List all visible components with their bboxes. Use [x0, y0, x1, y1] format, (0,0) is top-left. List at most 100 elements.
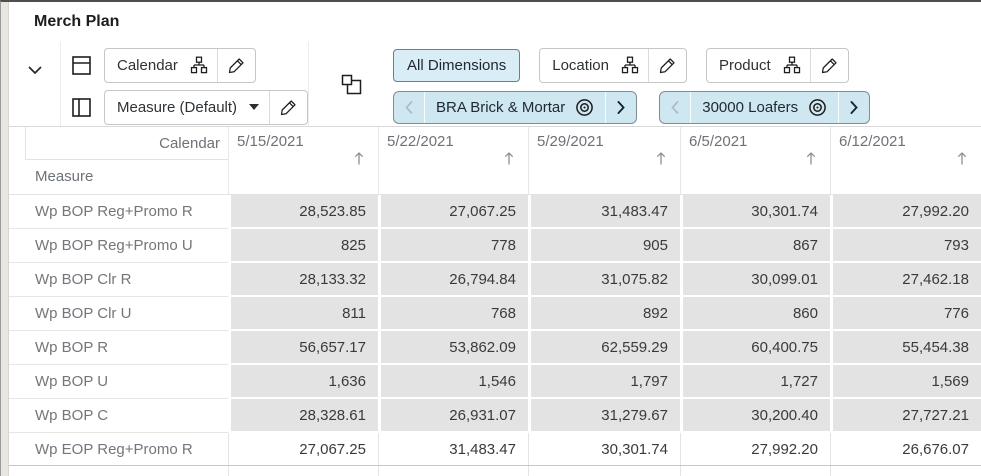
measure-row-label[interactable]: Wp BOP Clr R	[9, 263, 228, 297]
measure-row-label[interactable]: Wp BOP C	[9, 399, 228, 433]
cols-axis-button[interactable]: Measure (Default)	[104, 89, 309, 125]
all-dimensions-label: All Dimensions	[407, 56, 507, 74]
readonly-data-cell[interactable]: 55,454.38	[830, 331, 981, 365]
editable-data-cell	[378, 466, 528, 476]
title-bar: Merch Plan	[9, 2, 981, 42]
table-row: Wp BOP Reg+Promo U 825 778 905 867 793	[9, 229, 981, 263]
readonly-data-cell[interactable]: 793	[830, 229, 981, 263]
readonly-data-cell[interactable]: 892	[528, 297, 680, 331]
measure-row-label	[9, 466, 228, 476]
sort-ascending-icon[interactable]	[503, 150, 515, 166]
table-row: Wp BOP Clr R 28,133.32 26,794.84 31,075.82 3…	[9, 263, 981, 297]
readonly-data-cell[interactable]: 26,931.07	[378, 399, 528, 433]
readonly-data-cell[interactable]: 30,301.74	[680, 195, 830, 229]
measure-row-label[interactable]: Wp BOP R	[9, 331, 228, 365]
editable-data-cell[interactable]: 30,301.74	[528, 433, 680, 465]
column-header[interactable]: 5/29/2021	[528, 127, 680, 194]
readonly-data-cell[interactable]: 778	[378, 229, 528, 263]
readonly-data-cell[interactable]: 30,099.01	[680, 263, 830, 297]
readonly-data-cell[interactable]: 768	[378, 297, 528, 331]
measure-row-label[interactable]: Wp BOP Reg+Promo U	[9, 229, 228, 263]
column-header-label: 5/15/2021	[237, 133, 304, 150]
readonly-data-cell[interactable]: 27,992.20	[830, 195, 981, 229]
readonly-data-cell[interactable]: 27,462.18	[830, 263, 981, 297]
sort-ascending-icon[interactable]	[956, 150, 968, 166]
readonly-data-cell[interactable]: 27,727.21	[830, 399, 981, 433]
hierarchy-icon[interactable]	[621, 56, 648, 74]
readonly-data-cell[interactable]: 28,133.32	[228, 263, 378, 297]
chevron-left-icon	[671, 100, 679, 114]
editable-data-cell[interactable]: 26,676.07	[830, 433, 981, 465]
readonly-data-cell[interactable]: 31,075.82	[528, 263, 680, 297]
sort-ascending-icon[interactable]	[353, 150, 365, 166]
readonly-data-cell[interactable]: 28,523.85	[228, 195, 378, 229]
readonly-data-cell[interactable]: 867	[680, 229, 830, 263]
column-header[interactable]: 6/12/2021	[830, 127, 981, 194]
column-dimension-label: Calendar	[25, 127, 228, 160]
hierarchy-icon[interactable]	[190, 56, 217, 74]
readonly-data-cell[interactable]: 60,400.75	[680, 331, 830, 365]
readonly-data-cell[interactable]: 53,862.09	[378, 331, 528, 365]
readonly-data-cell[interactable]: 1,569	[830, 365, 981, 399]
hierarchy-icon[interactable]	[783, 56, 810, 74]
editable-data-cell[interactable]: 27,067.25	[228, 433, 378, 465]
left-gutter	[1, 2, 9, 476]
readonly-data-cell[interactable]: 28,328.61	[228, 399, 378, 433]
column-header[interactable]: 5/15/2021	[228, 127, 378, 194]
readonly-data-cell[interactable]: 1,727	[680, 365, 830, 399]
chevron-down-icon	[28, 66, 42, 75]
edit-location-button[interactable]	[649, 49, 686, 82]
readonly-data-cell[interactable]: 56,657.17	[228, 331, 378, 365]
sort-ascending-icon[interactable]	[655, 150, 667, 166]
caret-down-icon[interactable]	[249, 104, 260, 110]
chevron-right-icon	[850, 100, 858, 114]
readonly-data-cell[interactable]: 31,483.47	[528, 195, 680, 229]
readonly-data-cell[interactable]: 1,546	[378, 365, 528, 399]
next-location-button[interactable]	[606, 92, 636, 123]
main-panel: Merch Plan Calendar Measure (Default) Al…	[9, 2, 981, 476]
previous-location-button[interactable]	[394, 92, 424, 123]
edit-rows-axis-button[interactable]	[218, 49, 255, 82]
readonly-data-cell[interactable]: 776	[830, 297, 981, 331]
readonly-data-cell[interactable]: 26,794.84	[378, 263, 528, 297]
rows-axis-button[interactable]: Calendar	[104, 47, 256, 83]
column-header[interactable]: 5/22/2021	[378, 127, 528, 194]
edit-product-button[interactable]	[811, 49, 848, 82]
measure-row-label[interactable]: Wp BOP U	[9, 365, 228, 399]
product-slice-value: 30000 Loafers	[702, 98, 799, 116]
product-slice-value-button[interactable]: 30000 Loafers	[691, 92, 838, 123]
previous-product-button[interactable]	[660, 92, 690, 123]
readonly-data-cell[interactable]: 860	[680, 297, 830, 331]
page-slice-icon[interactable]	[341, 74, 362, 95]
sort-ascending-icon[interactable]	[805, 150, 817, 166]
readonly-data-cell[interactable]: 1,636	[228, 365, 378, 399]
table-row: Wp BOP C 28,328.61 26,931.07 31,279.67 30,20…	[9, 399, 981, 433]
readonly-data-cell[interactable]: 905	[528, 229, 680, 263]
next-product-button[interactable]	[839, 92, 869, 123]
location-slice-value-button[interactable]: BRA Brick & Mortar	[425, 92, 605, 123]
pivot-grid: Calendar Measure 5/15/2021 5/22/2021 5/29/…	[9, 126, 981, 476]
all-dimensions-button[interactable]: All Dimensions	[393, 48, 521, 82]
product-dimension-button[interactable]: Product	[705, 47, 849, 83]
cols-axis-label: Measure (Default)	[117, 98, 238, 116]
readonly-data-cell[interactable]: 31,279.67	[528, 399, 680, 433]
edit-cols-axis-button[interactable]	[270, 91, 307, 124]
editable-data-cell	[228, 466, 378, 476]
readonly-data-cell[interactable]: 62,559.29	[528, 331, 680, 365]
readonly-data-cell[interactable]: 825	[228, 229, 378, 263]
location-dimension-button[interactable]: Location	[539, 47, 687, 83]
editable-data-cell[interactable]: 27,992.20	[680, 433, 830, 465]
readonly-data-cell[interactable]: 1,797	[528, 365, 680, 399]
readonly-data-cell[interactable]: 30,200.40	[680, 399, 830, 433]
dimension-buttons-row: All Dimensions Location Product	[393, 45, 870, 85]
measure-row-label[interactable]: Wp BOP Reg+Promo R	[9, 195, 228, 229]
axis-column: Calendar Measure (Default)	[61, 42, 309, 126]
editable-data-cell[interactable]: 31,483.47	[378, 433, 528, 465]
collapse-toolbar-button[interactable]	[23, 58, 47, 82]
readonly-data-cell[interactable]: 811	[228, 297, 378, 331]
measure-row-label[interactable]: Wp EOP Reg+Promo R	[9, 433, 228, 465]
column-header[interactable]: 6/5/2021	[680, 127, 830, 194]
readonly-data-cell[interactable]: 27,067.25	[378, 195, 528, 229]
location-slice-selector: BRA Brick & Mortar	[393, 90, 638, 124]
measure-row-label[interactable]: Wp BOP Clr U	[9, 297, 228, 331]
